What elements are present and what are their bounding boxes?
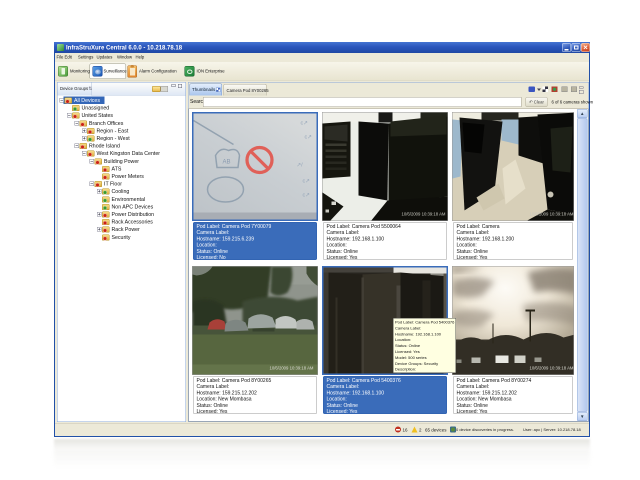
svg-text:AB: AB [223, 160, 231, 166]
svg-text:10/6/2009 10:39:18 AM: 10/6/2009 10:39:18 AM [530, 366, 574, 371]
svg-text:↗/: ↗/ [297, 163, 304, 169]
svg-text:10/6/2009 10:39:18 AM: 10/6/2009 10:39:18 AM [530, 212, 574, 217]
svg-text:c↗: c↗ [301, 121, 309, 127]
svg-text:c↗: c↗ [305, 135, 313, 141]
svg-text:c↗: c↗ [303, 193, 311, 199]
svg-text:10/6/2009 10:39:18 AM: 10/6/2009 10:39:18 AM [270, 366, 314, 371]
svg-text:10/6/2009 10:39:18 AM: 10/6/2009 10:39:18 AM [402, 212, 446, 217]
svg-text:c↗: c↗ [303, 179, 311, 185]
